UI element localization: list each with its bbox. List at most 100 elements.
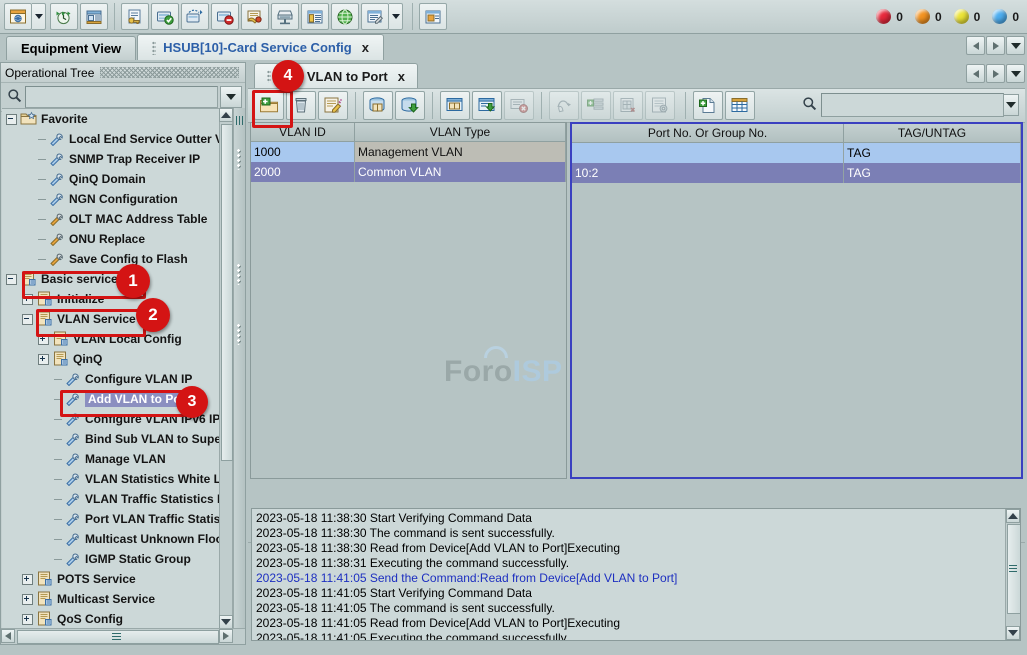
tree-expander-favorite[interactable] <box>6 114 17 125</box>
table-cell[interactable]: 1000 <box>251 142 355 162</box>
table-row[interactable]: 1000Management VLAN <box>251 142 566 162</box>
tab-prev-button[interactable] <box>966 36 985 55</box>
tree-expander-vlan-service[interactable] <box>22 314 33 325</box>
table-cell[interactable]: 2000 <box>251 162 355 182</box>
sidebar-splitter[interactable] <box>233 108 245 629</box>
sidebar-item-vlan-service[interactable]: VLAN Service <box>2 309 230 329</box>
sidebar-item-manage-vlan[interactable]: Manage VLAN <box>2 449 230 469</box>
critical-alarm-indicator[interactable]: 0 <box>876 9 903 24</box>
table-cell[interactable]: TAG <box>844 163 1021 183</box>
sidebar-item-qos-config[interactable]: QoS Config <box>2 609 230 629</box>
command-log-panel[interactable]: 2023-05-18 11:38:30 Start Verifying Comm… <box>251 508 1021 641</box>
minor-alarm-indicator[interactable]: 0 <box>954 9 981 24</box>
add-record-button[interactable] <box>254 91 284 120</box>
authorize-button[interactable] <box>121 3 149 30</box>
write-row-button[interactable] <box>472 91 502 120</box>
tree-expander-pots-service[interactable] <box>22 574 33 585</box>
table-row[interactable]: TAG <box>572 143 1021 163</box>
vlan-table-body[interactable]: 1000Management VLAN2000Common VLAN <box>251 142 566 182</box>
major-alarm-indicator[interactable]: 0 <box>915 9 942 24</box>
log-scroll-up-button[interactable] <box>1006 509 1020 523</box>
vlan-table-column-header[interactable]: VLAN Type <box>355 123 566 142</box>
device-add-button[interactable] <box>151 3 179 30</box>
device-link-button[interactable] <box>181 3 209 30</box>
content-search-dropdown-button[interactable] <box>1003 94 1019 116</box>
content-tab-prev-button[interactable] <box>966 64 985 83</box>
sidebar-item-save-config-to-flash[interactable]: Save Config to Flash <box>2 249 230 269</box>
sidebar-item-pots-service[interactable]: POTS Service <box>2 569 230 589</box>
operational-tree[interactable]: FavoriteLocal End Service Outter VLANSNM… <box>2 108 230 630</box>
cancel-row-button[interactable] <box>504 91 534 120</box>
tree-expander-qinq[interactable] <box>38 354 49 365</box>
tab-list-button[interactable] <box>1006 36 1025 55</box>
port-table-column-header[interactable]: Port No. Or Group No. <box>572 124 844 143</box>
content-tab-list-button[interactable] <box>1006 64 1025 83</box>
new-page-button[interactable] <box>693 91 723 120</box>
table-cell[interactable]: 10:2 <box>572 163 844 183</box>
clear-button[interactable] <box>549 91 579 120</box>
search-input[interactable] <box>25 86 218 108</box>
tree-expander-multicast-service[interactable] <box>22 594 33 605</box>
alarm-button[interactable] <box>241 3 269 30</box>
table-cell[interactable] <box>572 143 844 163</box>
sidebar-horizontal-scrollbar[interactable] <box>1 628 245 644</box>
log-window-button[interactable] <box>361 3 389 30</box>
tree-expander-initialize[interactable] <box>22 294 33 305</box>
report-button[interactable] <box>80 3 108 30</box>
sidebar-hscroll-thumb[interactable] <box>17 630 219 644</box>
search-dropdown-button[interactable] <box>220 86 242 108</box>
sidebar-item-vlan-statistics-white-list[interactable]: VLAN Statistics White List <box>2 469 230 489</box>
modify-record-button[interactable] <box>318 91 348 120</box>
scroll-down-button[interactable] <box>219 615 233 629</box>
sidebar-vertical-scrollbar[interactable] <box>219 108 233 629</box>
topology-button[interactable] <box>4 3 32 30</box>
history-button[interactable] <box>50 3 78 30</box>
main-tab-equipment-view[interactable]: Equipment View <box>6 36 136 60</box>
log-vertical-scrollbar[interactable] <box>1005 509 1020 640</box>
scroll-up-button[interactable] <box>219 108 233 122</box>
table-cell[interactable]: Common VLAN <box>355 162 566 182</box>
table-row[interactable]: 2000Common VLAN <box>251 162 566 182</box>
log-scroll-down-button[interactable] <box>1006 626 1020 640</box>
read-from-device-button[interactable] <box>363 91 393 120</box>
log-window-dropdown-arrow[interactable] <box>389 3 403 30</box>
sidebar-item-qinq[interactable]: QinQ <box>2 349 230 369</box>
table-cell[interactable]: TAG <box>844 143 1021 163</box>
scroll-right-button[interactable] <box>219 629 233 643</box>
vlan-table-column-header[interactable]: VLAN ID <box>251 123 355 142</box>
globe-button[interactable] <box>331 3 359 30</box>
device-remove-button[interactable] <box>211 3 239 30</box>
tab-next-button[interactable] <box>986 36 1005 55</box>
log-scroll-thumb[interactable] <box>1007 524 1021 614</box>
tree-expander-vlan-local-config[interactable] <box>38 334 49 345</box>
sidebar-item-multicast-unknown-flood[interactable]: Multicast Unknown Flood <box>2 529 230 549</box>
read-row-button[interactable] <box>440 91 470 120</box>
tree-expander-qos-config[interactable] <box>22 614 33 625</box>
content-tab-next-button[interactable] <box>986 64 1005 83</box>
sidebar-item-initialize[interactable]: Initialize <box>2 289 230 309</box>
sidebar-item-vlan-traffic-statistics-info[interactable]: VLAN Traffic Statistics Info <box>2 489 230 509</box>
main-tab-card-service-config[interactable]: HSUB[10]-Card Service Config x <box>137 34 384 60</box>
vlan-table-panel[interactable]: VLAN IDVLAN Type 1000Management VLAN2000… <box>250 122 567 479</box>
append-rows-button[interactable] <box>581 91 611 120</box>
sidebar-item-qinq-domain[interactable]: QinQ Domain <box>2 169 230 189</box>
shelf-button[interactable] <box>301 3 329 30</box>
sidebar-item-olt-mac-address-table[interactable]: OLT MAC Address Table <box>2 209 230 229</box>
table-row[interactable]: 10:2TAG <box>572 163 1021 183</box>
report-gear-button[interactable] <box>645 91 675 120</box>
grid-view-button[interactable] <box>725 91 755 120</box>
sidebar-item-local-end-service-outter-vlan[interactable]: Local End Service Outter VLAN <box>2 129 230 149</box>
close-icon[interactable]: x <box>398 69 405 84</box>
rack-button[interactable] <box>271 3 299 30</box>
sidebar-item-favorite[interactable]: Favorite <box>2 109 230 129</box>
sidebar-item-vlan-local-config[interactable]: VLAN Local Config <box>2 329 230 349</box>
sidebar-item-bind-sub-vlan-to-super-vl[interactable]: Bind Sub VLAN to Super VL <box>2 429 230 449</box>
content-search-input[interactable] <box>821 93 1004 117</box>
scroll-left-button[interactable] <box>1 629 15 643</box>
sidebar-item-snmp-trap-receiver-ip[interactable]: SNMP Trap Receiver IP <box>2 149 230 169</box>
close-icon[interactable]: x <box>362 40 369 55</box>
port-table-body[interactable]: TAG10:2TAG <box>572 143 1021 183</box>
table-cell[interactable]: Management VLAN <box>355 142 566 162</box>
port-table-panel[interactable]: Port No. Or Group No.TAG/UNTAG TAG10:2TA… <box>570 122 1023 479</box>
sidebar-item-multicast-service[interactable]: Multicast Service <box>2 589 230 609</box>
